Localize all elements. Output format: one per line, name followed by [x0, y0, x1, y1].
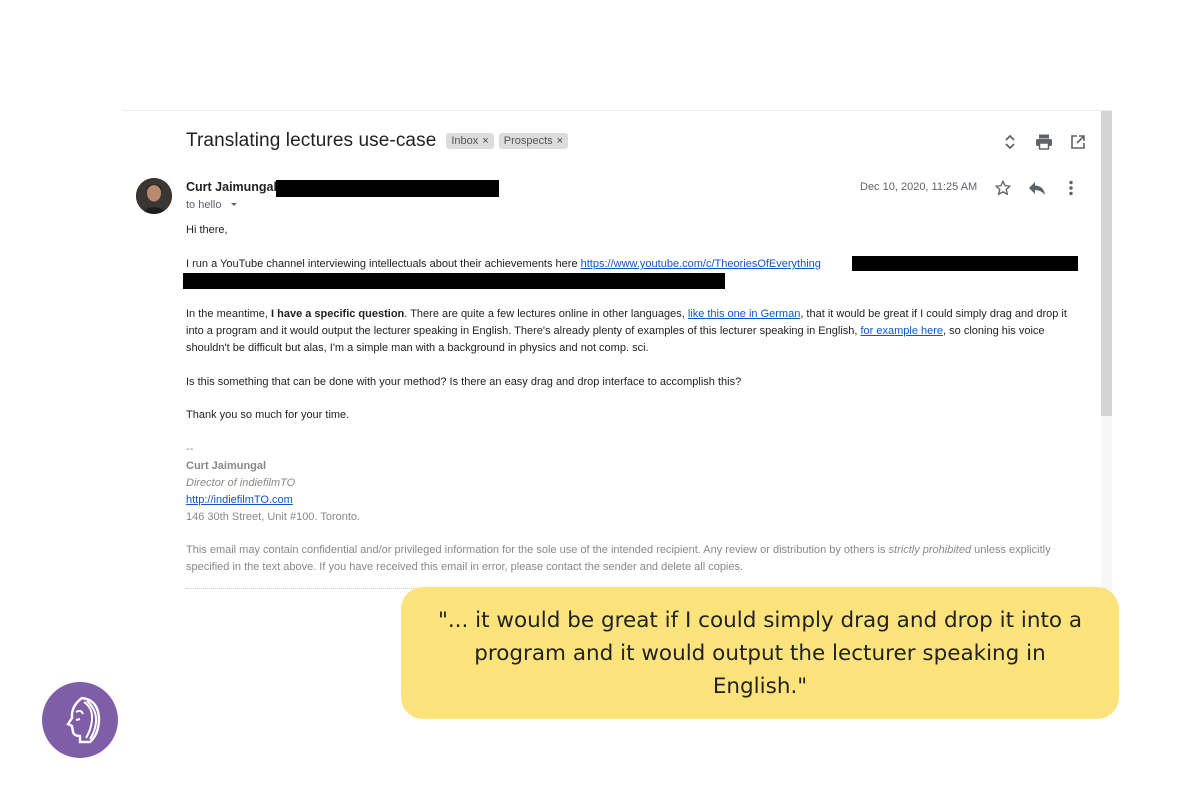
avatar[interactable] [136, 178, 172, 214]
body-paragraph-2: In the meantime, I have a specific quest… [186, 306, 1081, 357]
scrollbar-thumb[interactable] [1101, 111, 1112, 416]
signature-address: 146 30th Street, Unit #100. Toronto. [186, 511, 361, 523]
dropdown-arrow-icon[interactable] [229, 200, 239, 208]
star-icon[interactable] [993, 178, 1013, 198]
recipient-line[interactable]: to hello [186, 199, 239, 211]
subject-row: Translating lectures use-case Inbox × Pr… [186, 130, 573, 152]
signature-website-link[interactable]: http://indiefilmTO.com [186, 494, 293, 506]
label-chip-text: Inbox [451, 135, 479, 147]
signature: -- Curt Jaimungal Director of indiefilmT… [186, 441, 1081, 526]
redacted-text [852, 256, 1078, 271]
email-date: Dec 10, 2020, 11:25 AM [860, 181, 978, 193]
email-disclaimer: This email may contain confidential and/… [186, 542, 1081, 576]
redacted-sender-email [276, 180, 499, 197]
label-chip-text: Prospects [503, 135, 553, 147]
signature-title: Director of indiefilmTO [186, 477, 296, 489]
remove-label-icon[interactable]: × [557, 135, 563, 147]
body-paragraph-4: Thank you so much for your time. [186, 409, 350, 421]
message-actions [993, 178, 1081, 198]
disclaimer-emphasis: strictly prohibited [888, 544, 972, 556]
body-text: I run a YouTube channel interviewing int… [186, 258, 581, 270]
body-paragraph-3: Is this something that can be done with … [186, 376, 742, 388]
quote-callout: "... it would be great if I could simply… [401, 587, 1119, 719]
sender-name[interactable]: Curt Jaimungal [186, 180, 277, 194]
print-icon[interactable] [1034, 132, 1054, 152]
reply-icon[interactable] [1027, 178, 1047, 198]
label-chip-inbox[interactable]: Inbox × [446, 133, 494, 149]
more-vertical-icon[interactable] [1061, 178, 1081, 198]
remove-label-icon[interactable]: × [482, 135, 488, 147]
disclaimer-text: This email may contain confidential and/… [186, 544, 889, 556]
email-subject: Translating lectures use-case [186, 130, 437, 151]
german-lecture-link[interactable]: like this one in German [688, 308, 801, 320]
quote-text: "... it would be great if I could simply… [437, 607, 1083, 699]
open-in-new-window-icon[interactable] [1068, 132, 1088, 152]
bold-text: I have a specific question [271, 308, 405, 320]
signature-name: Curt Jaimungal [186, 460, 267, 472]
email-greeting: Hi there, [186, 224, 228, 236]
body-text: In the meantime, [186, 308, 271, 320]
body-text: . There are quite a few lectures online … [404, 308, 688, 320]
face-logo-icon [42, 682, 118, 758]
signature-dash: -- [186, 443, 194, 455]
expand-collapse-icon[interactable] [1000, 132, 1020, 152]
label-chip-prospects[interactable]: Prospects × [498, 133, 569, 149]
redacted-text [183, 273, 725, 289]
thread-actions [1000, 132, 1088, 152]
youtube-channel-link[interactable]: https://www.youtube.com/c/TheoriesOfEver… [581, 258, 821, 270]
recipient-text: to hello [186, 199, 222, 211]
example-link[interactable]: for example here [861, 325, 944, 337]
